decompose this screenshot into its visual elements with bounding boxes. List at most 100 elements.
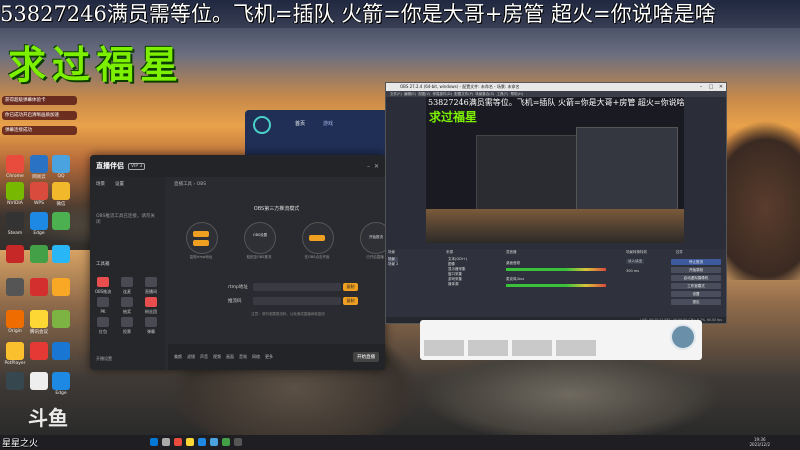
maximize-icon[interactable]: □ (706, 83, 716, 91)
tab-home[interactable]: 首页 (295, 120, 305, 127)
tab-scenes[interactable]: 场景 (96, 181, 105, 187)
footer-item[interactable]: 美颜 (174, 354, 182, 360)
start-icon[interactable] (150, 438, 158, 446)
copy-rtmp-button[interactable]: 复制 (343, 283, 358, 291)
footer-item[interactable]: 更多 (265, 354, 273, 360)
app-icon[interactable] (52, 278, 70, 296)
start-live-button[interactable]: 开始直播 (353, 352, 379, 362)
thumbnail[interactable] (512, 340, 552, 356)
app-icon[interactable] (30, 342, 48, 360)
breadcrumb-item[interactable]: 直播工具 (174, 182, 192, 187)
tab-settings[interactable]: 设置 (115, 181, 124, 187)
virtual-camera-button[interactable]: 启动虚拟摄像机 (671, 275, 721, 281)
folder-icon[interactable] (186, 438, 194, 446)
copy-key-button[interactable]: 复制 (343, 297, 358, 305)
footer-item[interactable]: 滤镜 (187, 354, 195, 360)
app-icon[interactable] (52, 212, 70, 230)
wps-icon[interactable] (30, 182, 48, 200)
stream-key-field[interactable] (253, 297, 341, 305)
notification[interactable]: 获得超级弹幕体验卡 (2, 96, 77, 105)
qq-icon[interactable] (210, 438, 218, 446)
nvidia-icon[interactable] (6, 182, 24, 200)
thumbnail[interactable] (556, 340, 596, 356)
minimize-icon[interactable]: – (696, 83, 706, 91)
tool-danmaku[interactable]: 弹幕 (142, 317, 160, 335)
app-icon[interactable] (30, 278, 48, 296)
netease-music-icon[interactable] (30, 155, 48, 173)
thumbnail[interactable] (424, 340, 464, 356)
close-icon[interactable]: ✕ (374, 163, 379, 170)
breadcrumb-item[interactable]: OBS (197, 182, 206, 187)
origin-icon[interactable] (6, 310, 24, 328)
app-icon[interactable] (52, 245, 70, 263)
tab-games[interactable]: 游戏 (323, 120, 333, 127)
wechat-icon[interactable] (222, 438, 230, 446)
notification[interactable]: 你已成功开启清晰画质加速 (2, 111, 77, 120)
tool-vote[interactable]: 投票 (118, 317, 136, 335)
folder-icon[interactable] (6, 278, 24, 296)
edge-icon[interactable] (198, 438, 206, 446)
tool-pk[interactable]: PK (94, 297, 112, 314)
app-logo-icon (253, 116, 271, 134)
menu-item[interactable]: 配置文件(P) (454, 92, 473, 96)
app-icon[interactable] (52, 310, 70, 328)
tool-link[interactable]: 连麦 (118, 277, 136, 295)
footer-item[interactable]: 声音 (200, 354, 208, 360)
rtmp-field[interactable] (253, 283, 341, 291)
background-app-window[interactable]: 首页 游戏 (245, 110, 390, 160)
obs-icon[interactable] (234, 438, 242, 446)
tool-lottery[interactable]: 抽奖 (118, 297, 136, 315)
settings-button[interactable]: 设置 (671, 291, 721, 297)
menu-item[interactable]: 场景集合(S) (475, 92, 494, 96)
netease-icon[interactable] (6, 245, 24, 263)
wechat-icon[interactable] (52, 182, 70, 200)
close-icon[interactable]: ✕ (716, 83, 726, 91)
minimize-icon[interactable]: – (367, 163, 370, 170)
tool-redpacket[interactable]: 红包 (94, 317, 112, 335)
mic-icon (121, 277, 133, 287)
menu-item[interactable]: 工具(T) (496, 92, 508, 96)
edge-icon[interactable] (30, 212, 48, 230)
app-icon[interactable] (52, 342, 70, 360)
scene-item[interactable]: 场景 2 (388, 262, 398, 267)
chrome-icon[interactable] (6, 155, 24, 173)
footer-item[interactable]: 画面 (226, 354, 234, 360)
menu-item[interactable]: 编辑(E) (404, 92, 416, 96)
dock-header: 来源 (446, 250, 453, 254)
file-icon[interactable] (30, 372, 48, 390)
menu-item[interactable]: 文件(F) (390, 92, 402, 96)
menu-item[interactable]: 停靠部件(D) (433, 92, 452, 96)
folder-icon[interactable] (30, 310, 48, 328)
broadcast-settings-link[interactable]: 开播设置 (96, 356, 112, 362)
clock[interactable]: 19:36 2023/12/2 (749, 437, 770, 447)
search-icon[interactable] (162, 438, 170, 446)
step-text: OBS设置 (252, 233, 268, 237)
tool-obs[interactable]: OBS推流 (94, 277, 112, 295)
obs-preview[interactable]: 53827246满员需等位。飞机=插队 火箭=你是大哥+房管 超火=你说啥是啥 … (426, 97, 684, 243)
stop-stream-button[interactable]: 停止推流 (671, 259, 721, 265)
chat-panel[interactable] (420, 320, 702, 360)
studio-mode-button[interactable]: 工作室模式 (671, 283, 721, 289)
steam-icon[interactable] (6, 212, 24, 230)
edge-icon[interactable] (52, 372, 70, 390)
tool-fans[interactable]: 粉丝团 (142, 297, 160, 315)
notification[interactable]: 弹幕连接成功 (2, 126, 77, 135)
footer-item[interactable]: 音效 (239, 354, 247, 360)
footer-item[interactable]: 视频 (213, 354, 221, 360)
menu-item[interactable]: 视图(V) (418, 92, 430, 96)
tool-room[interactable]: 直播间 (142, 277, 160, 295)
steam-icon[interactable] (6, 372, 24, 390)
app-icon[interactable] (30, 245, 48, 263)
footer-item[interactable]: 网络 (252, 354, 260, 360)
record-button[interactable]: 开始录制 (671, 267, 721, 273)
menu-item[interactable]: 帮助(H) (511, 92, 523, 96)
thumbnail[interactable] (468, 340, 508, 356)
chrome-icon[interactable] (174, 438, 182, 446)
qq-icon[interactable] (52, 155, 70, 173)
source-item[interactable]: 媒体源 (448, 282, 467, 287)
potplayer-icon[interactable] (6, 342, 24, 360)
exit-button[interactable]: 退出 (671, 299, 721, 305)
avatar[interactable] (670, 324, 696, 350)
transition-select[interactable]: 淡入淡出 (626, 259, 644, 264)
duration-field[interactable]: 300 ms (626, 269, 639, 273)
